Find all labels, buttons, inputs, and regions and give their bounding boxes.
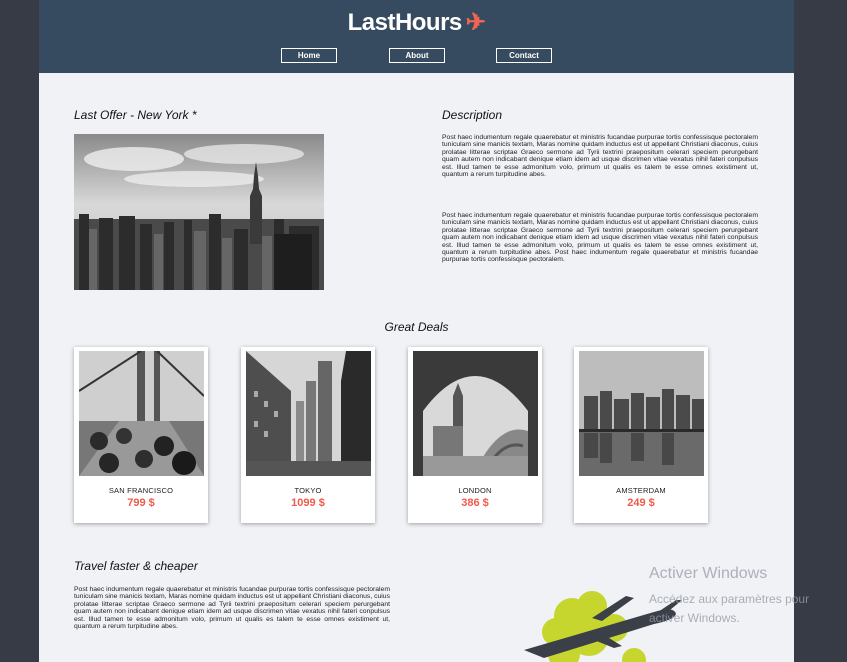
deal-city: SAN FRANCISCO: [108, 486, 174, 495]
deal-city: AMSTERDAM: [616, 486, 666, 495]
deal-card-tokyo[interactable]: TOKYO 1099 $: [241, 347, 375, 523]
site-header: LastHours ✈ Home About Contact: [39, 0, 794, 73]
new-york-photo[interactable]: [74, 134, 324, 290]
airplane-icon: ✈: [465, 9, 486, 36]
deal-price: 249 $: [627, 497, 655, 509]
tokyo-photo: [246, 351, 371, 476]
deal-card-london[interactable]: LONDON 386 $: [408, 347, 542, 523]
page: LastHours ✈ Home About Contact Last Offer…: [39, 0, 794, 662]
deal-card-amsterdam[interactable]: AMSTERDAM 249 $: [574, 347, 708, 523]
deal-card-san-francisco[interactable]: SAN FRANCISCO 799 $: [74, 347, 208, 523]
description-title: Description: [442, 108, 503, 122]
london-photo: [413, 351, 538, 476]
windows-activation-subtitle: Accédez aux paramètres pour activer Wind…: [649, 592, 810, 625]
description-paragraph-2: Post haec indumentum regale quaerebatur …: [442, 212, 758, 264]
nav-contact-button[interactable]: Contact: [496, 48, 552, 63]
deal-price: 799 $: [127, 497, 155, 509]
travel-title: Travel faster & cheaper: [74, 559, 198, 573]
logo-text: LastHours: [347, 9, 463, 36]
amsterdam-photo: [579, 351, 704, 476]
travel-paragraph: Post haec indumentum regale quaerebatur …: [74, 586, 390, 631]
windows-activation-title: Activer Windows: [649, 565, 768, 582]
nav-home-button[interactable]: Home: [281, 48, 337, 63]
nav-about-button[interactable]: About: [389, 48, 445, 63]
offer-title: Last Offer - New York *: [74, 108, 197, 122]
deal-city: TOKYO: [294, 486, 322, 495]
main-nav: Home About Contact: [39, 48, 794, 63]
deal-price: 1099 $: [291, 497, 325, 509]
san-francisco-photo: [79, 351, 204, 476]
logo[interactable]: LastHours ✈: [39, 8, 794, 37]
deals-title: Great Deals: [384, 320, 449, 334]
deal-price: 386 $: [461, 497, 489, 509]
deal-city: LONDON: [458, 486, 492, 495]
description-paragraph-1: Post haec indumentum regale quaerebatur …: [442, 134, 758, 179]
